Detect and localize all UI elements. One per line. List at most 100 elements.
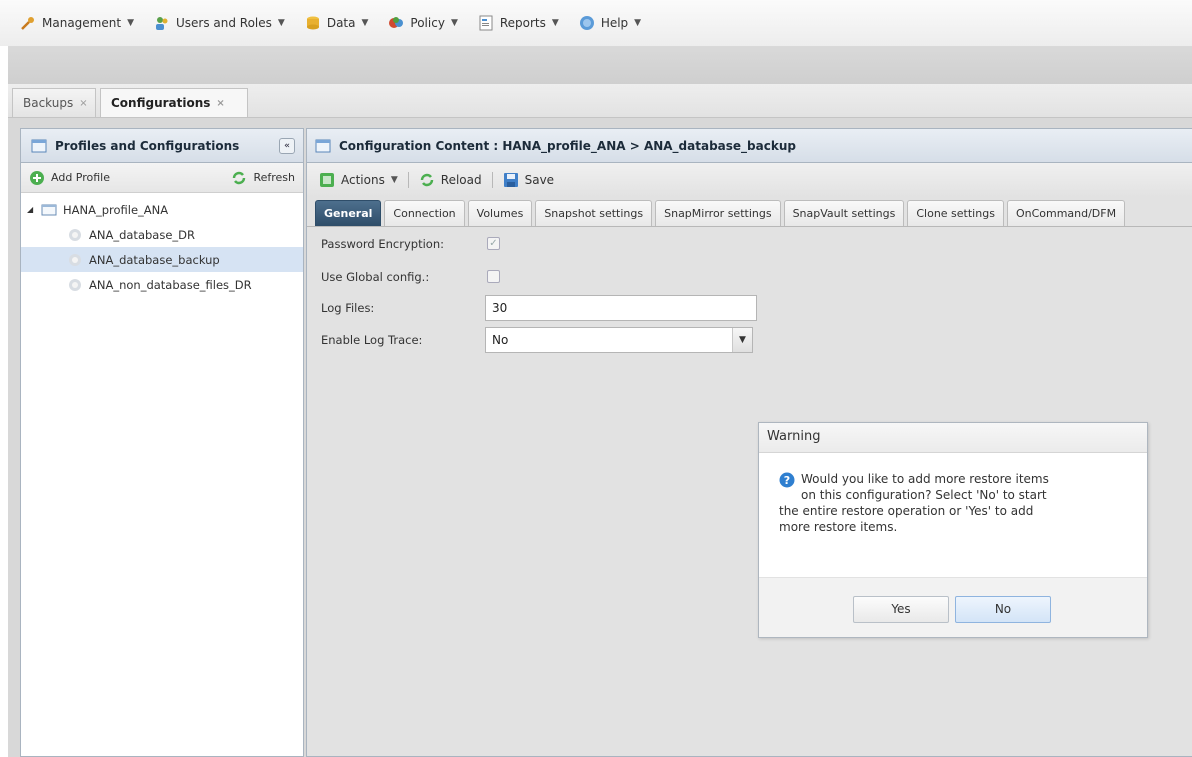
- tab-snapvault-settings[interactable]: SnapVault settings: [783, 200, 905, 226]
- refresh-icon: [233, 171, 246, 184]
- configuration-icon: [69, 228, 81, 241]
- profiles-toolbar: Add Profile Refresh: [21, 163, 303, 193]
- tree-item-config[interactable]: ANA_database_DR: [21, 222, 303, 247]
- enable-log-trace-select[interactable]: No ▼: [485, 327, 753, 353]
- dialog-message-line: more restore items.: [779, 520, 898, 534]
- collapse-panel-button[interactable]: «: [279, 137, 295, 154]
- refresh-button[interactable]: Refresh: [253, 171, 295, 184]
- chevron-down-icon: ▼: [450, 18, 458, 28]
- menu-help[interactable]: Help ▼: [571, 12, 649, 34]
- close-icon[interactable]: ×: [216, 98, 224, 109]
- profile-tree: ◢ HANA_profile_ANA ANA_database_DR ANA_d…: [21, 193, 303, 297]
- dialog-message-line: on this configuration? Select 'No' to st…: [801, 488, 1047, 502]
- report-icon: [479, 15, 493, 31]
- toolbar-divider: [491, 172, 493, 188]
- menu-policy[interactable]: Policy ▼: [380, 12, 465, 34]
- dialog-message: ? Would you like to add more restore ite…: [779, 471, 1119, 535]
- log-files-label: Log Files:: [321, 301, 375, 315]
- dialog-message-line: the entire restore operation or 'Yes' to…: [779, 504, 1034, 518]
- tab-backups-label: Backups: [23, 96, 74, 110]
- save-button[interactable]: Save: [525, 173, 554, 187]
- chevron-down-icon: ▼: [551, 18, 559, 28]
- chevron-down-icon: ▼: [361, 18, 369, 28]
- menu-users-and-roles[interactable]: Users and Roles ▼: [146, 12, 293, 34]
- reload-button[interactable]: Reload: [441, 173, 482, 187]
- expand-triangle-icon[interactable]: ◢: [27, 205, 35, 214]
- menu-help-label: Help: [600, 16, 629, 30]
- tab-volumes[interactable]: Volumes: [467, 200, 533, 226]
- profiles-panel-header: Profiles and Configurations «: [21, 129, 303, 163]
- chevron-down-icon: ▼: [127, 18, 134, 28]
- menu-data-label: Data: [326, 16, 356, 30]
- chevron-down-icon[interactable]: ▼: [732, 328, 752, 352]
- configuration-content-title: Configuration Content : HANA_profile_ANA…: [339, 138, 796, 153]
- configuration-toolbar: Actions ▼ Reload Save: [307, 163, 1192, 197]
- users-icon: [155, 17, 168, 30]
- dialog-footer: Yes No: [759, 577, 1147, 637]
- menu-management[interactable]: Management ▼: [12, 12, 142, 34]
- configuration-subtabs: General Connection Volumes Snapshot sett…: [307, 197, 1192, 227]
- tree-item-config[interactable]: ANA_database_backup: [21, 247, 303, 272]
- tab-configurations[interactable]: Configurations ×: [100, 88, 248, 117]
- close-icon[interactable]: ×: [79, 98, 87, 109]
- enable-log-trace-value: No: [492, 333, 509, 347]
- dialog-message-line: Would you like to add more restore items: [801, 472, 1049, 486]
- configuration-content-header: Configuration Content : HANA_profile_ANA…: [307, 129, 1192, 163]
- actions-button[interactable]: Actions: [341, 173, 385, 187]
- use-global-config-checkbox[interactable]: [487, 270, 500, 283]
- add-icon: [30, 170, 44, 185]
- page-tab-strip: Backups × Configurations ×: [8, 84, 1192, 118]
- svg-text:?: ?: [784, 474, 790, 487]
- tree-item-label: ANA_non_database_files_DR: [89, 277, 252, 292]
- no-button[interactable]: No: [955, 596, 1051, 623]
- help-icon: [579, 16, 594, 30]
- tree-item-label: ANA_database_DR: [89, 227, 195, 242]
- menu-policy-label: Policy: [410, 16, 445, 30]
- profiles-panel: Profiles and Configurations « Add Profil…: [20, 128, 304, 757]
- panel-window-icon: [31, 139, 47, 152]
- tree-item-label: ANA_database_backup: [89, 252, 220, 267]
- enable-log-trace-label: Enable Log Trace:: [321, 333, 423, 347]
- tree-item-label: HANA_profile_ANA: [63, 202, 169, 217]
- reload-icon: [420, 173, 434, 187]
- menu-reports[interactable]: Reports ▼: [470, 12, 567, 34]
- use-global-config-label: Use Global config.:: [321, 270, 430, 284]
- configuration-icon: [69, 253, 81, 266]
- dialog-title: Warning: [759, 423, 1147, 453]
- password-encryption-label: Password Encryption:: [321, 237, 444, 251]
- database-icon: [306, 16, 319, 30]
- question-icon: ?: [779, 472, 795, 488]
- password-encryption-checkbox[interactable]: ✓: [487, 237, 500, 250]
- add-profile-button[interactable]: Add Profile: [51, 171, 110, 184]
- wrench-icon: [21, 17, 34, 30]
- profile-folder-icon: [41, 204, 57, 215]
- save-icon: [503, 173, 518, 187]
- menu-users-and-roles-label: Users and Roles: [175, 16, 272, 30]
- menu-data[interactable]: Data ▼: [297, 12, 377, 34]
- actions-icon: [320, 173, 334, 187]
- log-files-input[interactable]: 30: [485, 295, 757, 321]
- chevron-down-icon: ▼: [634, 18, 642, 28]
- tree-item-profile[interactable]: ◢ HANA_profile_ANA: [21, 197, 303, 222]
- panel-window-icon: [315, 139, 331, 152]
- tab-configurations-label: Configurations: [111, 96, 211, 110]
- main-menubar: Management ▼ Users and Roles ▼ Data ▼ Po…: [0, 0, 1192, 46]
- tab-general[interactable]: General: [315, 200, 382, 226]
- menu-management-label: Management: [42, 16, 122, 30]
- tab-connection[interactable]: Connection: [384, 200, 465, 226]
- policy-icon: [389, 17, 404, 28]
- configuration-icon: [69, 278, 81, 291]
- secondary-toolbar: [8, 46, 1192, 84]
- tab-clone-settings[interactable]: Clone settings: [907, 200, 1004, 226]
- menu-reports-label: Reports: [499, 16, 546, 30]
- tree-item-config[interactable]: ANA_non_database_files_DR: [21, 272, 303, 297]
- tab-backups[interactable]: Backups ×: [12, 88, 96, 117]
- warning-dialog: Warning ? Would you like to add more res…: [758, 422, 1148, 638]
- yes-button[interactable]: Yes: [853, 596, 949, 623]
- profiles-panel-title: Profiles and Configurations: [55, 138, 240, 153]
- tab-snapshot-settings[interactable]: Snapshot settings: [535, 200, 653, 226]
- tab-snapmirror-settings[interactable]: SnapMirror settings: [655, 200, 781, 226]
- chevron-down-icon: ▼: [277, 18, 285, 28]
- tab-oncommand-dfm[interactable]: OnCommand/DFM: [1006, 200, 1126, 226]
- chevron-down-icon: ▼: [390, 175, 398, 185]
